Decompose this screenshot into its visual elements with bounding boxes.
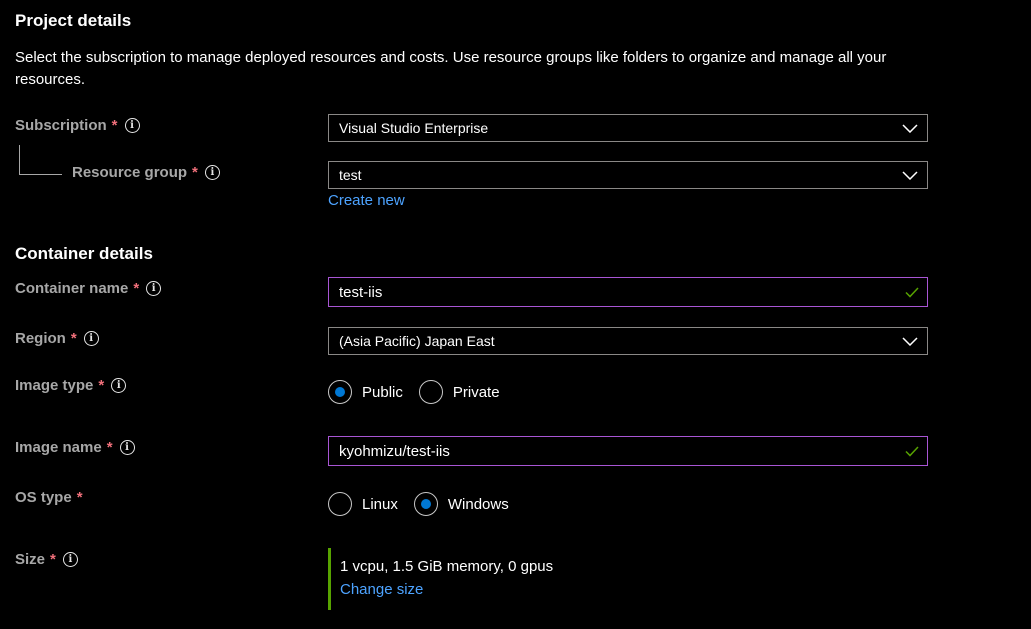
required-asterisk: * <box>50 551 56 568</box>
chevron-down-icon <box>895 161 925 189</box>
region-value: (Asia Pacific) Japan East <box>339 333 495 349</box>
info-icon[interactable]: i <box>146 281 162 296</box>
image-type-label-row: Image type * i <box>15 377 127 394</box>
subscription-dropdown[interactable]: Visual Studio Enterprise <box>328 114 928 142</box>
subscription-label: Subscription <box>15 117 107 134</box>
region-label-row: Region * i <box>15 330 99 347</box>
image-name-value: kyohmizu/test-iis <box>339 442 450 460</box>
resource-group-value: test <box>339 167 362 183</box>
required-asterisk: * <box>192 164 198 181</box>
tree-connector <box>19 145 62 175</box>
change-size-link[interactable]: Change size <box>340 581 553 598</box>
required-asterisk: * <box>111 117 118 134</box>
info-icon[interactable]: i <box>62 552 78 567</box>
project-details-description: Select the subscription to manage deploy… <box>15 49 887 88</box>
image-type-label: Image type <box>15 377 94 394</box>
info-icon[interactable]: i <box>111 378 127 393</box>
radio-button[interactable] <box>328 492 352 516</box>
subscription-value: Visual Studio Enterprise <box>339 120 489 136</box>
size-label-row: Size * i <box>15 551 78 568</box>
chevron-down-icon <box>895 114 925 142</box>
radio-button-selected[interactable] <box>413 492 438 516</box>
image-name-input[interactable]: kyohmizu/test-iis <box>328 436 928 466</box>
checkmark-icon <box>897 437 927 465</box>
info-icon[interactable]: i <box>83 331 99 346</box>
os-type-option-label: Linux <box>362 495 398 513</box>
chevron-down-icon <box>895 327 925 355</box>
project-details-title: Project details <box>15 11 132 30</box>
container-details-title: Container details <box>15 244 153 263</box>
resource-group-label: Resource group <box>72 164 188 181</box>
image-type-option-label: Public <box>362 383 403 401</box>
required-asterisk: * <box>76 489 83 506</box>
os-type-label-row: OS type * <box>15 489 83 506</box>
region-label: Region <box>15 330 66 347</box>
os-type-option-windows[interactable]: Windows <box>413 492 509 516</box>
image-type-option-private[interactable]: Private <box>418 380 500 404</box>
container-name-label: Container name <box>15 280 129 297</box>
os-type-option-label: Windows <box>447 495 509 513</box>
os-type-label: OS type <box>15 489 72 506</box>
size-value: 1 vcpu, 1.5 GiB memory, 0 gpus <box>340 558 554 575</box>
required-asterisk: * <box>133 280 140 297</box>
image-name-label: Image name <box>15 439 102 456</box>
subscription-label-row: Subscription * i <box>15 117 140 134</box>
region-dropdown[interactable]: (Asia Pacific) Japan East <box>328 327 928 355</box>
image-type-radio-group: Public Private <box>328 380 516 404</box>
required-asterisk: * <box>70 330 77 347</box>
radio-button-selected[interactable] <box>328 380 352 404</box>
info-icon[interactable]: i <box>204 165 220 180</box>
size-label: Size <box>15 551 46 568</box>
resource-group-label-row: Resource group * i <box>72 164 220 181</box>
image-type-option-label: Private <box>452 383 500 401</box>
resource-group-dropdown[interactable]: test <box>328 161 928 189</box>
required-asterisk: * <box>106 439 113 456</box>
container-name-input[interactable]: test-iis <box>328 277 928 307</box>
image-name-label-row: Image name * i <box>15 439 135 456</box>
create-new-link[interactable]: Create new <box>328 192 405 209</box>
os-type-radio-group: Linux Windows <box>328 492 525 516</box>
info-icon[interactable]: i <box>119 440 135 455</box>
size-summary: 1 vcpu, 1.5 GiB memory, 0 gpus Change si… <box>328 548 553 610</box>
required-asterisk: * <box>98 377 105 394</box>
container-name-value: test-iis <box>339 283 383 301</box>
checkmark-icon <box>897 278 927 306</box>
image-type-option-public[interactable]: Public <box>328 380 403 404</box>
info-icon[interactable]: i <box>124 118 140 133</box>
os-type-option-linux[interactable]: Linux <box>328 492 398 516</box>
radio-button[interactable] <box>418 380 443 404</box>
container-name-label-row: Container name * i <box>15 280 162 297</box>
